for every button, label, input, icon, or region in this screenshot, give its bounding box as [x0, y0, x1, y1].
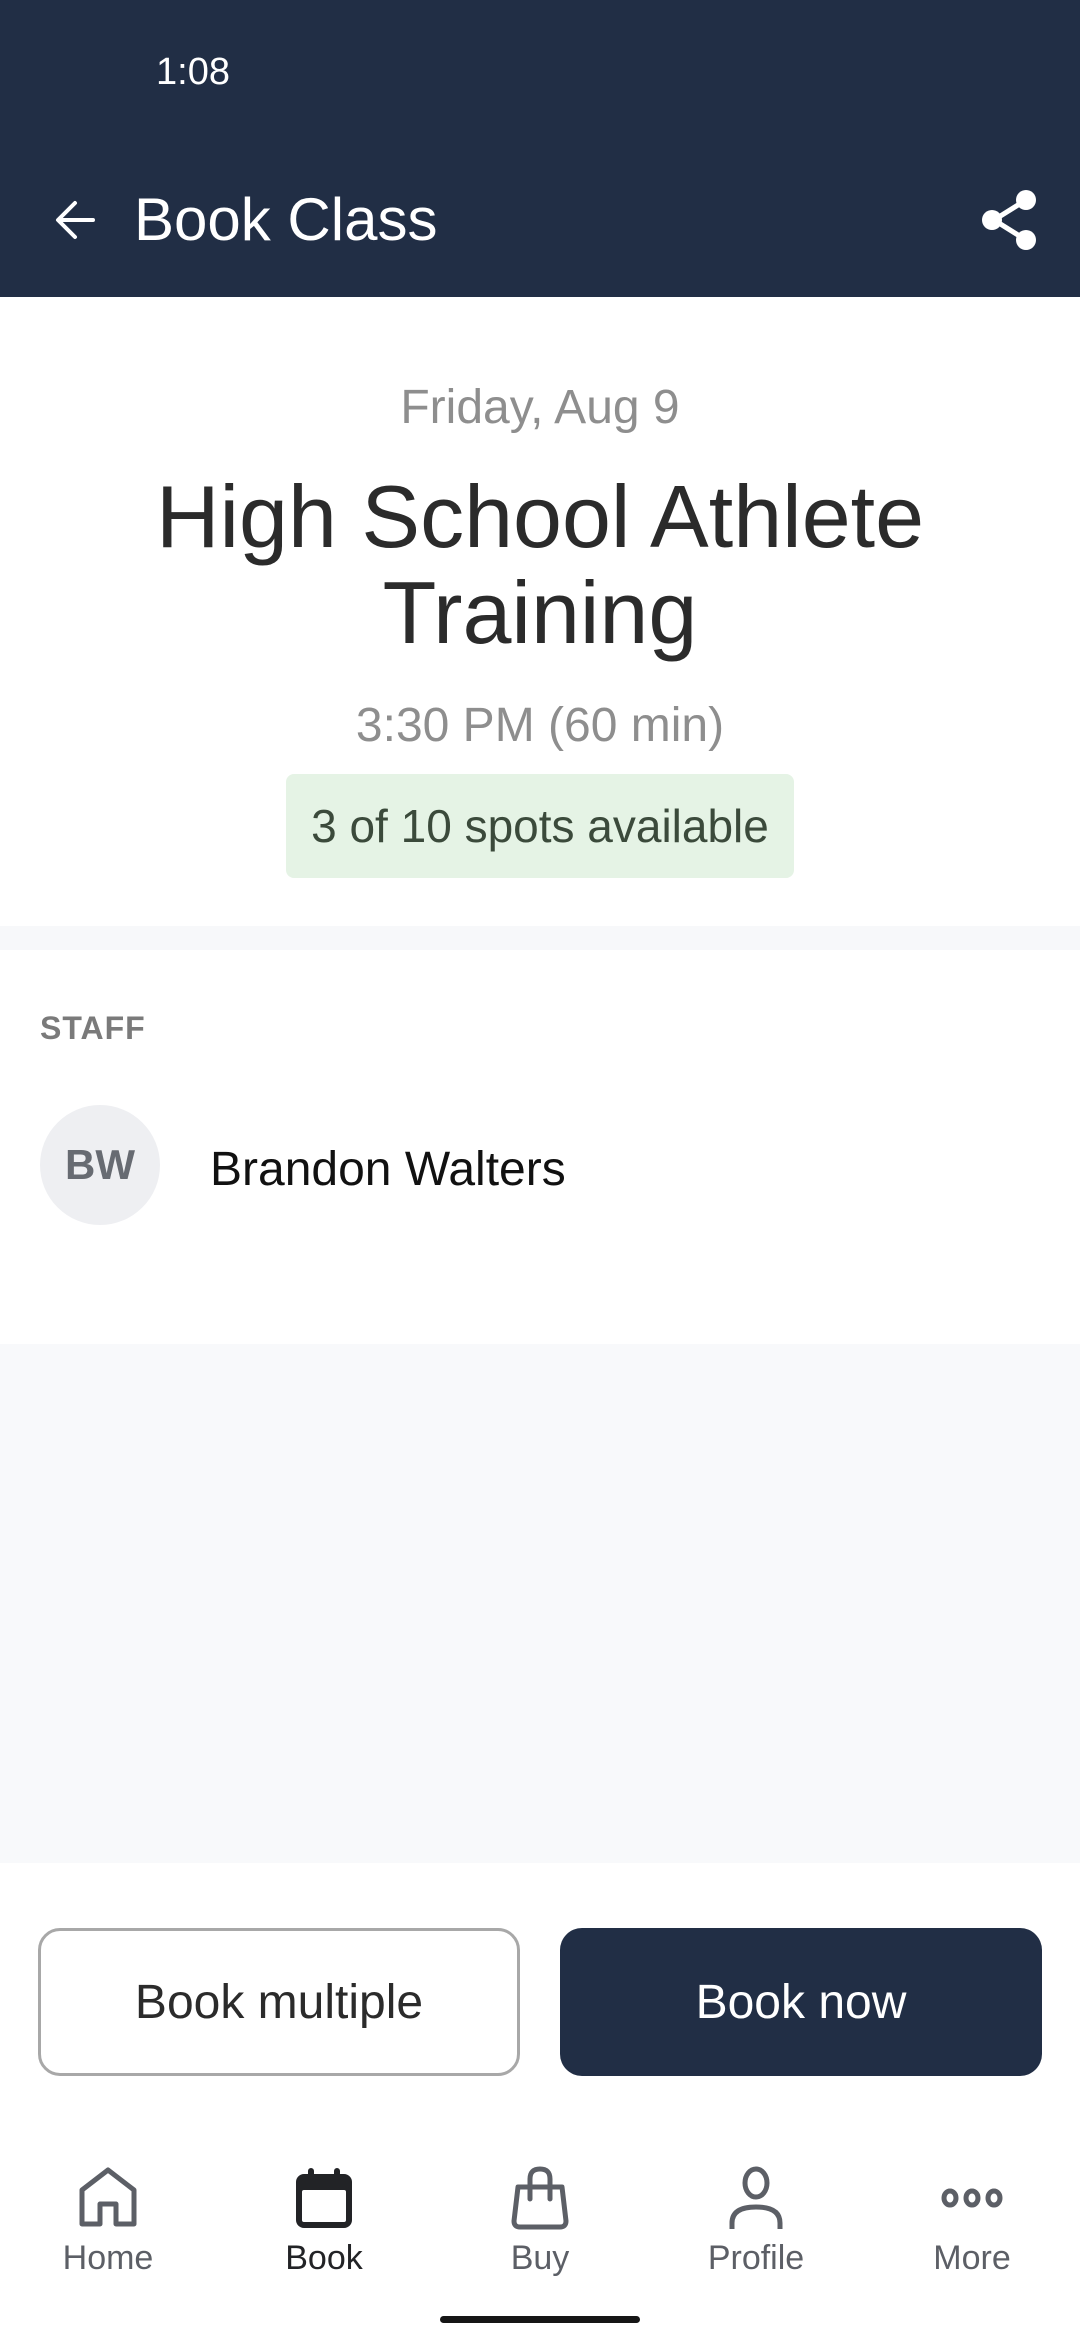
class-time: 3:30 PM (60 min): [355, 699, 725, 752]
share-button[interactable]: [970, 180, 1050, 260]
book-class-screen: 1:08 Book Class Friday, Aug 9 High Schoo…: [0, 0, 1080, 2340]
staff-avatar: BW: [40, 1105, 160, 1225]
nav-label-profile: Profile: [707, 2239, 805, 2277]
nav-item-buy[interactable]: Buy: [432, 2140, 648, 2280]
empty-content-area: [0, 1344, 1080, 1863]
nav-item-profile[interactable]: Profile: [648, 2140, 864, 2280]
page-title: Book Class: [134, 186, 438, 253]
calendar-icon: [288, 2162, 360, 2234]
spots-available-badge: 3 of 10 spots available: [286, 774, 794, 878]
nav-item-book[interactable]: Book: [216, 2140, 432, 2280]
shopping-bag-icon: [504, 2162, 576, 2234]
arrow-left-icon: [56, 201, 95, 239]
staff-name: Brandon Walters: [210, 1143, 566, 1196]
section-divider: [0, 926, 1080, 950]
bottom-navigation: Home Book Buy Profile More: [0, 2140, 1080, 2280]
nav-label-buy: Buy: [510, 2239, 570, 2277]
class-date: Friday, Aug 9: [400, 381, 680, 434]
share-icon: [982, 190, 1036, 250]
nav-label-home: Home: [62, 2239, 154, 2277]
nav-label-more: More: [933, 2239, 1011, 2277]
home-icon: [72, 2162, 144, 2234]
class-title: High School Athlete Training: [155, 467, 925, 662]
book-now-button[interactable]: Book now: [560, 1928, 1042, 2076]
class-details: Friday, Aug 9 High School Athlete Traini…: [0, 297, 1080, 926]
app-header: 1:08 Book Class: [0, 0, 1080, 297]
staff-section: STAFF BW Brandon Walters: [0, 950, 1080, 1344]
home-indicator[interactable]: [440, 2316, 640, 2323]
nav-label-book: Book: [285, 2239, 363, 2277]
staff-list-item[interactable]: BW Brandon Walters: [0, 1100, 1080, 1230]
back-button[interactable]: [40, 180, 110, 260]
book-multiple-button[interactable]: Book multiple: [38, 1928, 520, 2076]
nav-item-home[interactable]: Home: [0, 2140, 216, 2280]
nav-item-more[interactable]: More: [864, 2140, 1080, 2280]
more-dots-icon: [936, 2162, 1008, 2234]
status-bar-time: 1:08: [156, 51, 230, 93]
person-icon: [720, 2162, 792, 2234]
staff-heading: STAFF: [40, 1010, 146, 1046]
